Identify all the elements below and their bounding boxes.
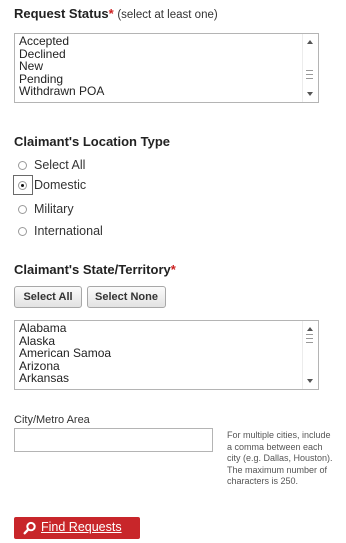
radio-icon[interactable] [18, 161, 27, 170]
radio-checked-icon[interactable] [18, 181, 27, 190]
listbox-option[interactable]: Arkansas [19, 372, 302, 385]
radio-icon[interactable] [18, 205, 27, 214]
request-status-heading: Request Status* (select at least one) [14, 6, 218, 21]
state-scrollbar[interactable] [302, 321, 318, 389]
location-type-title: Claimant's Location Type [14, 134, 170, 149]
help-line: The maximum number of [227, 464, 328, 475]
radio-label: International [34, 224, 103, 238]
listbox-option[interactable]: Declined [19, 47, 302, 61]
scroll-thumb[interactable] [306, 334, 313, 343]
listbox-option[interactable]: New [19, 60, 302, 73]
required-marker: * [170, 262, 176, 277]
help-line: a comma between each [227, 441, 323, 452]
scroll-up-icon[interactable] [307, 327, 313, 331]
required-marker: * [108, 6, 114, 21]
select-none-button[interactable]: Select None [87, 286, 166, 308]
scroll-down-icon[interactable] [307, 92, 313, 96]
city-help-text: For multiple cities, include a comma bet… [227, 430, 346, 488]
scroll-down-icon[interactable] [307, 379, 313, 383]
listbox-option[interactable]: American Samoa [19, 347, 302, 360]
request-status-listbox[interactable]: Accepted Declined New Pending Withdrawn … [14, 33, 319, 103]
request-status-title: Request Status [14, 6, 109, 21]
city-label: City/Metro Area [14, 414, 90, 426]
radio-label: Military [34, 202, 74, 216]
state-listbox[interactable]: Alabama Alaska American Samoa Arizona Ar… [14, 320, 319, 390]
city-input[interactable] [14, 428, 213, 452]
state-title: Claimant's State/Territory [14, 262, 171, 277]
listbox-option[interactable]: Accepted [19, 35, 302, 48]
request-status-scrollbar[interactable] [302, 34, 318, 102]
help-line: city (e.g. Dallas, Houston). [227, 453, 333, 464]
listbox-option[interactable]: Withdrawn POA [19, 85, 302, 98]
magnifier-icon [23, 521, 36, 535]
request-status-hint: (select at least one) [117, 9, 218, 21]
scroll-thumb[interactable] [306, 70, 313, 79]
scroll-up-icon[interactable] [307, 40, 313, 44]
help-line: For multiple cities, include [227, 430, 331, 440]
help-line: characters is 250. [227, 476, 299, 487]
find-requests-button[interactable]: Find Requests [14, 517, 140, 539]
radio-icon[interactable] [18, 227, 27, 236]
state-heading: Claimant's State/Territory* [14, 262, 176, 277]
select-all-button[interactable]: Select All [14, 286, 82, 308]
find-requests-label: Find Requests [41, 520, 122, 534]
radio-label: Domestic [34, 178, 87, 192]
listbox-option[interactable]: Alabama [19, 322, 302, 335]
radio-label: Select All [34, 158, 86, 172]
